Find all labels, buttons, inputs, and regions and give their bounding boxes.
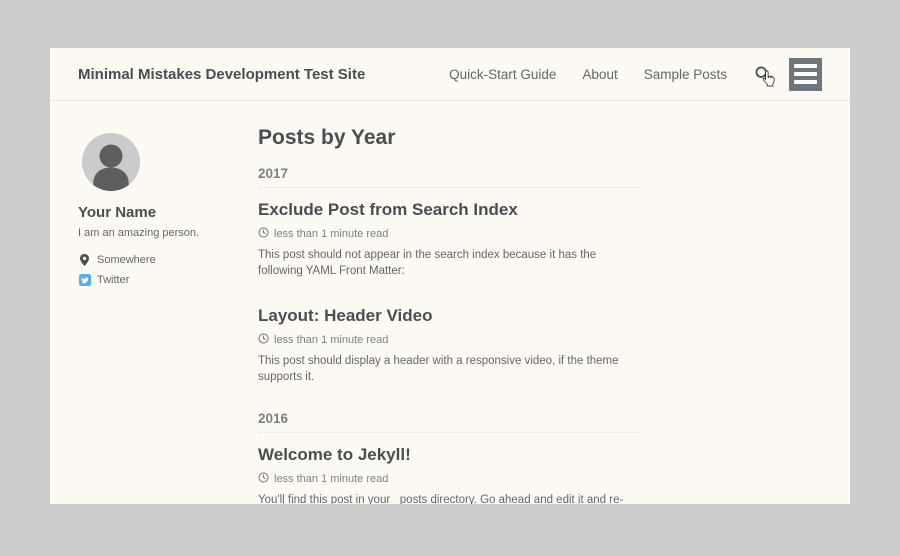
primary-nav: Quick-Start Guide About Sample Posts — [423, 58, 822, 91]
nav-item-about[interactable]: About — [582, 67, 617, 82]
post-excerpt: This post should not appear in the searc… — [258, 247, 641, 279]
post-excerpt: This post should display a header with a… — [258, 353, 641, 385]
author-sidebar: Your Name I am an amazing person. Somewh… — [78, 101, 258, 504]
search-button[interactable] — [754, 62, 774, 86]
author-link-location[interactable]: Somewhere — [78, 254, 258, 266]
post-item: Layout: Header Video less than 1 minute … — [258, 305, 641, 385]
nav-item-sample-posts[interactable]: Sample Posts — [644, 67, 727, 82]
hamburger-menu-button[interactable] — [789, 58, 822, 91]
desktop-background: Minimal Mistakes Development Test Site Q… — [0, 0, 900, 556]
author-link-label: Somewhere — [97, 254, 156, 266]
clock-icon — [258, 472, 269, 486]
author-name: Your Name — [78, 204, 258, 221]
author-link-label: Twitter — [97, 274, 129, 286]
clock-icon — [258, 227, 269, 241]
archive-main: Posts by Year 2017 Exclude Post from Sea… — [258, 101, 641, 504]
author-bio: I am an amazing person. — [78, 227, 258, 239]
year-heading-2017: 2017 — [258, 166, 641, 188]
post-title-link[interactable]: Layout: Header Video — [258, 305, 641, 327]
read-time: less than 1 minute read — [274, 473, 388, 485]
post-excerpt: You'll find this post in your _posts dir… — [258, 492, 641, 504]
clock-icon — [258, 333, 269, 347]
post-title-link[interactable]: Exclude Post from Search Index — [258, 199, 641, 221]
post-meta: less than 1 minute read — [258, 472, 641, 486]
post-item: Welcome to Jekyll! less than 1 minute re… — [258, 444, 641, 504]
page-title: Posts by Year — [258, 125, 641, 151]
author-links: Somewhere Twitter — [78, 254, 258, 286]
read-time: less than 1 minute read — [274, 228, 388, 240]
year-heading-2016: 2016 — [258, 411, 641, 433]
author-link-twitter[interactable]: Twitter — [78, 274, 258, 286]
post-meta: less than 1 minute read — [258, 333, 641, 347]
avatar — [82, 133, 140, 191]
site-page: Minimal Mistakes Development Test Site Q… — [50, 48, 850, 504]
masthead: Minimal Mistakes Development Test Site Q… — [50, 48, 850, 101]
page-body: Your Name I am an amazing person. Somewh… — [50, 101, 850, 504]
location-pin-icon — [78, 254, 91, 266]
post-title-link[interactable]: Welcome to Jekyll! — [258, 444, 641, 466]
post-item: Exclude Post from Search Index less than… — [258, 199, 641, 279]
search-icon — [754, 65, 774, 83]
nav-item-quick-start-guide[interactable]: Quick-Start Guide — [449, 67, 556, 82]
twitter-icon — [78, 274, 91, 286]
site-title-link[interactable]: Minimal Mistakes Development Test Site — [78, 66, 365, 83]
post-meta: less than 1 minute read — [258, 227, 641, 241]
read-time: less than 1 minute read — [274, 334, 388, 346]
